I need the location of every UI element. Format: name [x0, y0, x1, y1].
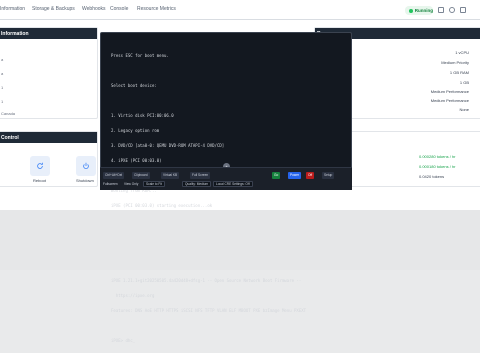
tab-webhooks[interactable]: Webhooks — [82, 6, 106, 12]
control-title: Control — [0, 132, 97, 143]
tab-console[interactable]: Console — [110, 6, 128, 12]
console-line: https://ipxe.org — [111, 293, 155, 298]
reboot-button[interactable] — [30, 156, 50, 176]
info-row: a — [1, 71, 4, 76]
console-line: 2. Legacy option rom — [111, 128, 160, 133]
console-output[interactable]: Press ESC for boot menu. Select boot dev… — [111, 43, 306, 353]
resource-value: Medium Performance — [430, 98, 469, 103]
resource-value: Medium Performance — [430, 89, 469, 94]
info-row: a — [1, 57, 4, 62]
usage-rate-up: 0.000280 tokens / hr — [419, 154, 456, 159]
app-frame: Information Storage & Backups Webhooks C… — [0, 0, 480, 343]
info-row: 1 — [1, 85, 4, 90]
go-button[interactable]: Go — [272, 172, 281, 179]
ctrl-alt-del-button[interactable]: Ctrl+Alt+Del — [103, 172, 125, 179]
resource-value: Medium Priority — [441, 60, 469, 65]
console-line: Features: DNS AoE HTTP HTTPS iSCSI NFS T… — [111, 308, 307, 313]
console-line: 3. DVD/CD [ata0-0: QEMU DVD-ROM ATAPI-4 … — [111, 143, 225, 148]
reboot-label: Reboot — [33, 178, 46, 183]
clipboard-button[interactable]: Clipboard — [132, 172, 150, 179]
top-nav: Information Storage & Backups Webhooks C… — [0, 0, 480, 20]
letterbox-bar — [0, 210, 480, 270]
console-line: iPXE 1.21.1+git20250505.4a420d48+dfsg-1 … — [111, 278, 302, 283]
scale-select[interactable]: Scale to Fit — [143, 181, 165, 187]
resource-value: 1 GB — [459, 80, 469, 85]
tab-information[interactable]: Information — [0, 6, 25, 12]
setup-button[interactable]: Setup — [322, 172, 335, 179]
shutdown-label: Shutdown — [76, 178, 94, 183]
quality-select[interactable]: Quality: Medium — [182, 181, 212, 187]
info-row: Canada — [1, 111, 16, 116]
shutdown-button[interactable] — [76, 156, 96, 176]
local-settings-select[interactable]: Local CRE Settings: Off — [213, 181, 253, 187]
power-icon[interactable] — [449, 7, 455, 13]
console-line: Press ESC for boot menu. — [111, 53, 169, 58]
reboot-icon — [37, 162, 43, 169]
console-line: iPXE (PCI 00:03.0) starting execution...… — [111, 203, 213, 208]
resource-value: None — [459, 107, 469, 112]
console-line: 4. iPXE (PCI 00:03.0) — [111, 158, 162, 163]
console-line: 1. Virtio disk PCI:00:06.0 — [111, 113, 174, 118]
information-title: Information — [0, 28, 97, 39]
virtual-keyboard-button[interactable]: Virtual KB — [161, 172, 180, 179]
status-label: Running — [414, 8, 433, 13]
console-line: iPXE> dhc_ — [111, 338, 136, 343]
power-button[interactable]: Power — [288, 172, 302, 179]
restart-icon[interactable] — [438, 7, 444, 13]
tab-storage-backups[interactable]: Storage & Backups — [32, 6, 75, 12]
power-icon — [83, 162, 89, 169]
information-panel: Information a a 1 1 Canada — [0, 27, 98, 119]
usage-total: 0.0420 tokens — [419, 174, 445, 179]
console-line: Select boot device: — [111, 83, 157, 88]
info-row: 1 — [1, 99, 4, 104]
fullscreen-checkbox[interactable]: Fullscreen — [103, 181, 118, 187]
usage-rate-down: 0.000180 tokens / hr — [419, 164, 456, 169]
off-button[interactable]: Off — [306, 172, 315, 179]
resource-value: 1 GB RAM — [449, 70, 469, 75]
running-dot-icon — [409, 8, 413, 13]
fullscreen-button[interactable]: Full Screen — [190, 172, 211, 179]
resource-value: 1 vCPU — [455, 50, 469, 55]
control-panel: Control Reboot Shutdown — [0, 131, 98, 187]
view-only-checkbox[interactable]: View Only — [124, 181, 138, 187]
status-badge[interactable]: Running — [405, 6, 433, 15]
console-toolbar: Ctrl+Alt+Del Clipboard Virtual KB Full S… — [100, 167, 352, 190]
more-icon[interactable] — [460, 7, 466, 13]
tab-resource-metrics[interactable]: Resource Metrics — [137, 6, 176, 12]
